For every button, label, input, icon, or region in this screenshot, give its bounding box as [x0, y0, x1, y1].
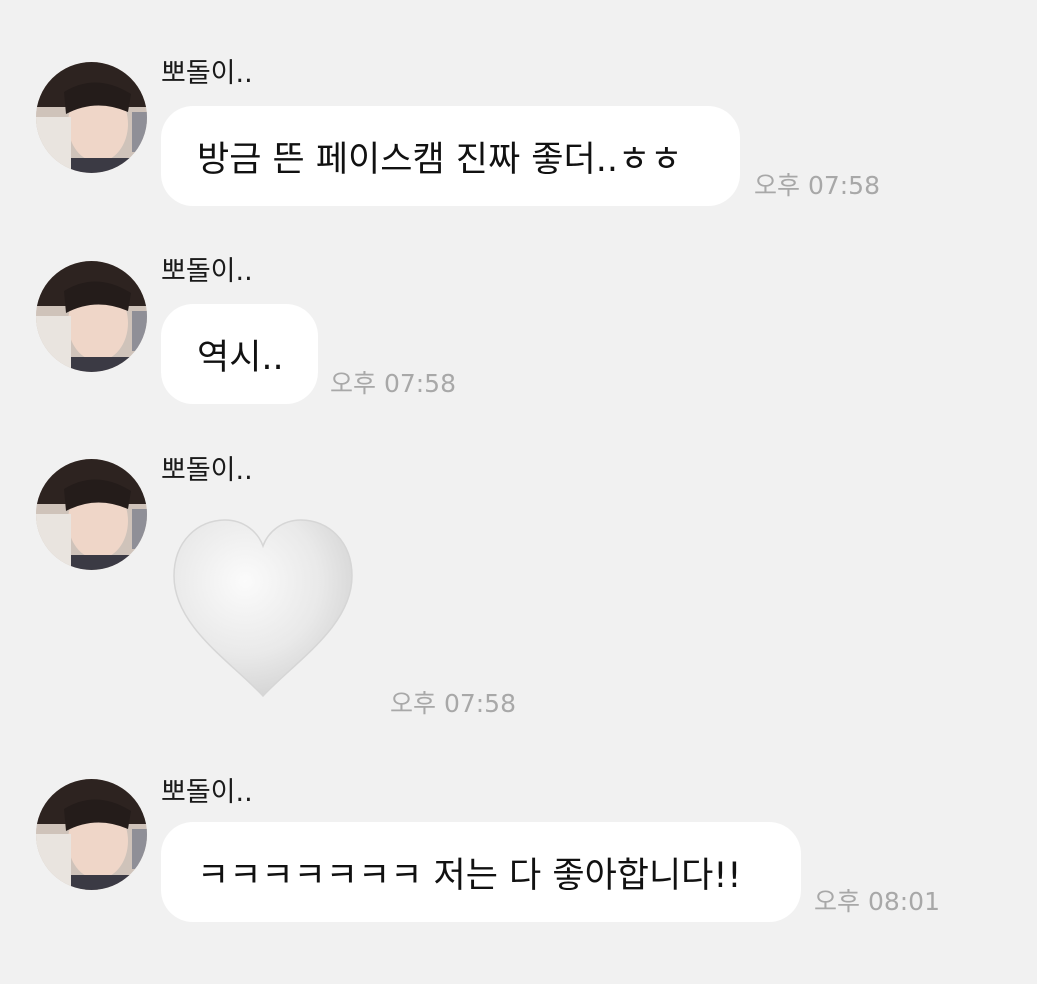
sender-name: 뽀돌이..: [161, 58, 253, 89]
sender-name: 뽀돌이..: [161, 256, 253, 287]
avatar[interactable]: [36, 779, 147, 890]
message-timestamp: 오후 08:01: [814, 887, 940, 916]
message-timestamp: 오후 07:58: [390, 689, 516, 718]
message-text: 역시..: [197, 337, 284, 378]
message-bubble[interactable]: 방금 뜬 페이스캠 진짜 좋더..ㅎㅎ: [161, 106, 740, 206]
white-heart-icon[interactable]: [170, 516, 356, 700]
message-bubble[interactable]: ㅋㅋㅋㅋㅋㅋㅋ 저는 다 좋아합니다!!: [161, 822, 801, 922]
message-timestamp: 오후 07:58: [754, 171, 880, 200]
avatar[interactable]: [36, 261, 147, 372]
sender-name: 뽀돌이..: [161, 777, 253, 808]
avatar[interactable]: [36, 459, 147, 570]
sender-name: 뽀돌이..: [161, 455, 253, 486]
message-text: 방금 뜬 페이스캠 진짜 좋더..ㅎㅎ: [197, 139, 683, 180]
message-timestamp: 오후 07:58: [330, 369, 456, 398]
avatar[interactable]: [36, 62, 147, 173]
message-text: ㅋㅋㅋㅋㅋㅋㅋ 저는 다 좋아합니다!!: [197, 855, 742, 896]
message-bubble[interactable]: 역시..: [161, 304, 318, 404]
